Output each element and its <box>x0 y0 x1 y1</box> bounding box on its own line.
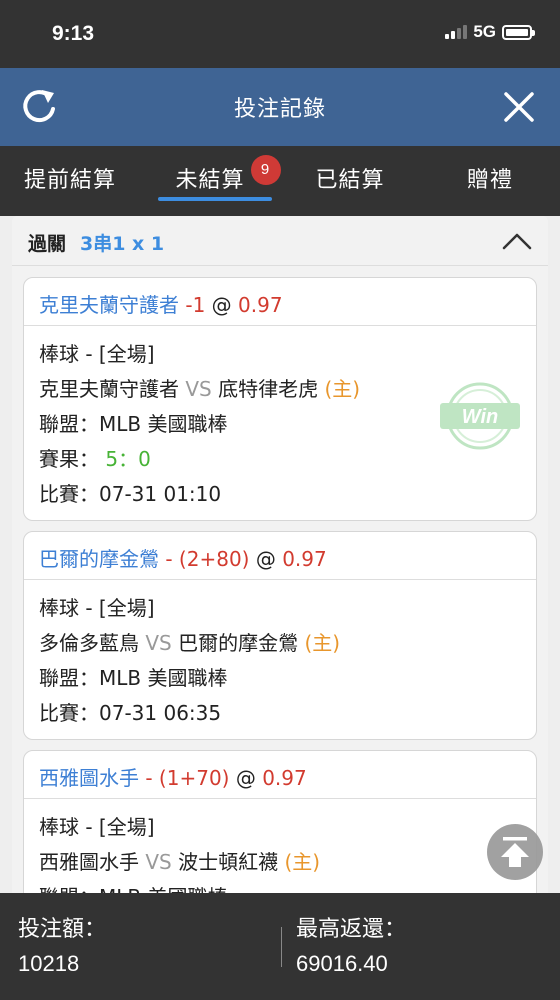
handicap: -1 <box>179 293 206 317</box>
team-right: 底特律老虎 <box>218 377 319 401</box>
match-time: 07-31 06:35 <box>99 701 222 725</box>
tab-early-settlement[interactable]: 提前結算 <box>0 146 140 216</box>
bet-details: 棒球 - [全場] 多倫多藍鳥 VS 巴爾的摩金鶯 (主) 聯盟：MLB 美國職… <box>24 580 536 731</box>
back-to-top-button[interactable] <box>487 824 543 880</box>
team-left: 克里夫蘭守護者 <box>39 377 179 401</box>
team-right: 巴爾的摩金鶯 <box>178 631 299 655</box>
bet-card: 西雅圖水手 - (1+70) @ 0.97 棒球 - [全場] 西雅圖水手 VS… <box>23 750 537 906</box>
collapse-button[interactable] <box>500 228 534 254</box>
vs-label: VS <box>179 377 219 401</box>
tab-label: 未結算 <box>175 168 245 193</box>
odds: 0.97 <box>262 766 307 790</box>
team-left: 西雅圖水手 <box>39 850 139 874</box>
tab-gifts[interactable]: 贈禮 <box>420 146 560 216</box>
win-stamp-text: Win <box>462 406 498 428</box>
odds: 0.97 <box>238 293 283 317</box>
match-time-line: 比賽：07-31 01:10 <box>39 477 536 512</box>
match-label: 比賽： <box>39 482 99 506</box>
team-left: 多倫多藍鳥 <box>39 631 139 655</box>
tab-label-unsettled: 未結算 9 <box>175 146 281 216</box>
bet-card: 克里夫蘭守護者 -1 @ 0.97 棒球 - [全場] 克里夫蘭守護者 VS 底… <box>23 277 537 521</box>
active-tab-indicator <box>158 197 272 201</box>
bet-selection: 西雅圖水手 - (1+70) @ 0.97 <box>24 751 536 799</box>
parlay-panel: 過關 3串1 x 1 克里夫蘭守護者 -1 @ 0.97 棒球 - [全場] 克… <box>12 216 548 906</box>
at-sign: @ <box>229 766 263 790</box>
home-marker: (主) <box>278 850 321 874</box>
page-title: 投注記錄 <box>233 97 326 122</box>
at-sign: @ <box>249 547 283 571</box>
status-time: 9:13 <box>52 22 95 45</box>
sport-line: 棒球 - [全場] <box>39 342 155 366</box>
selection-team: 巴爾的摩金鶯 <box>39 547 159 571</box>
chevron-up-icon <box>502 233 532 250</box>
footer-divider <box>281 927 282 967</box>
team-right: 波士頓紅襪 <box>178 850 279 874</box>
stake-summary: 投注額： 10218 <box>18 913 106 981</box>
close-icon <box>504 92 534 122</box>
close-button[interactable] <box>500 88 538 126</box>
parlay-header[interactable]: 過關 3串1 x 1 <box>12 216 548 266</box>
battery-icon <box>502 24 535 40</box>
match-label: 比賽： <box>39 701 99 725</box>
arrow-up-icon <box>501 837 529 867</box>
league-value: MLB 美國職棒 <box>99 412 228 436</box>
match-time: 07-31 01:10 <box>99 482 222 506</box>
bet-details: 棒球 - [全場] 西雅圖水手 VS 波士頓紅襪 (主) 聯盟：MLB 美國職棒 <box>24 799 536 906</box>
tab-unsettled[interactable]: 未結算 9 <box>140 146 281 216</box>
bet-card: 巴爾的摩金鶯 - (2+80) @ 0.97 棒球 - [全場] 多倫多藍鳥 V… <box>23 531 537 740</box>
handicap: - (1+70) <box>139 766 230 790</box>
stake-label: 投注額： <box>18 917 107 942</box>
tab-label: 提前結算 <box>23 168 116 193</box>
league-label: 聯盟： <box>39 412 99 436</box>
network-label: 5G <box>473 22 496 41</box>
win-stamp-icon: Win <box>440 382 520 450</box>
result-value: 5：0 <box>99 447 151 471</box>
league-value: MLB 美國職棒 <box>99 666 228 690</box>
league-label: 聯盟： <box>39 666 99 690</box>
home-marker: (主) <box>298 631 341 655</box>
sport-line: 棒球 - [全場] <box>39 815 155 839</box>
bet-selection: 巴爾的摩金鶯 - (2+80) @ 0.97 <box>24 532 536 580</box>
vs-label: VS <box>139 631 179 655</box>
matchup-line: 多倫多藍鳥 VS 巴爾的摩金鶯 (主) <box>39 626 536 661</box>
count-badge: 9 <box>250 155 281 185</box>
selection-team: 克里夫蘭守護者 <box>39 293 179 317</box>
selection-team: 西雅圖水手 <box>39 766 139 790</box>
stake-value: 10218 <box>18 951 80 976</box>
status-indicators: 5G <box>445 22 535 42</box>
at-sign: @ <box>205 293 239 317</box>
vs-label: VS <box>139 850 179 874</box>
tab-label: 贈禮 <box>466 168 513 193</box>
max-return-value: 69016.40 <box>296 951 388 976</box>
tab-settled[interactable]: 已結算 <box>280 146 420 216</box>
status-bar: 9:13 5G <box>0 0 560 68</box>
home-marker: (主) <box>318 377 361 401</box>
bet-selection: 克里夫蘭守護者 -1 @ 0.97 <box>24 278 536 326</box>
summary-footer: 投注額： 10218 最高返還： 69016.40 <box>0 893 560 1000</box>
parlay-type: 3串1 x 1 <box>80 233 165 255</box>
signal-icon <box>445 25 468 39</box>
tab-bar: 提前結算 未結算 9 已結算 贈禮 <box>0 146 560 216</box>
league-line: 聯盟：MLB 美國職棒 <box>39 661 536 696</box>
parlay-label: 過關 <box>28 233 67 255</box>
odds: 0.97 <box>282 547 327 571</box>
tab-label: 已結算 <box>315 168 385 193</box>
max-return-summary: 最高返還： 69016.40 <box>296 913 406 981</box>
max-return-label: 最高返還： <box>296 917 407 942</box>
matchup-line: 西雅圖水手 VS 波士頓紅襪 (主) <box>39 845 536 880</box>
match-time-line: 比賽：07-31 06:35 <box>39 696 536 731</box>
result-label: 賽果： <box>39 447 99 471</box>
sport-line: 棒球 - [全場] <box>39 596 155 620</box>
handicap: - (2+80) <box>159 547 250 571</box>
app-header: 投注記錄 <box>0 68 560 146</box>
